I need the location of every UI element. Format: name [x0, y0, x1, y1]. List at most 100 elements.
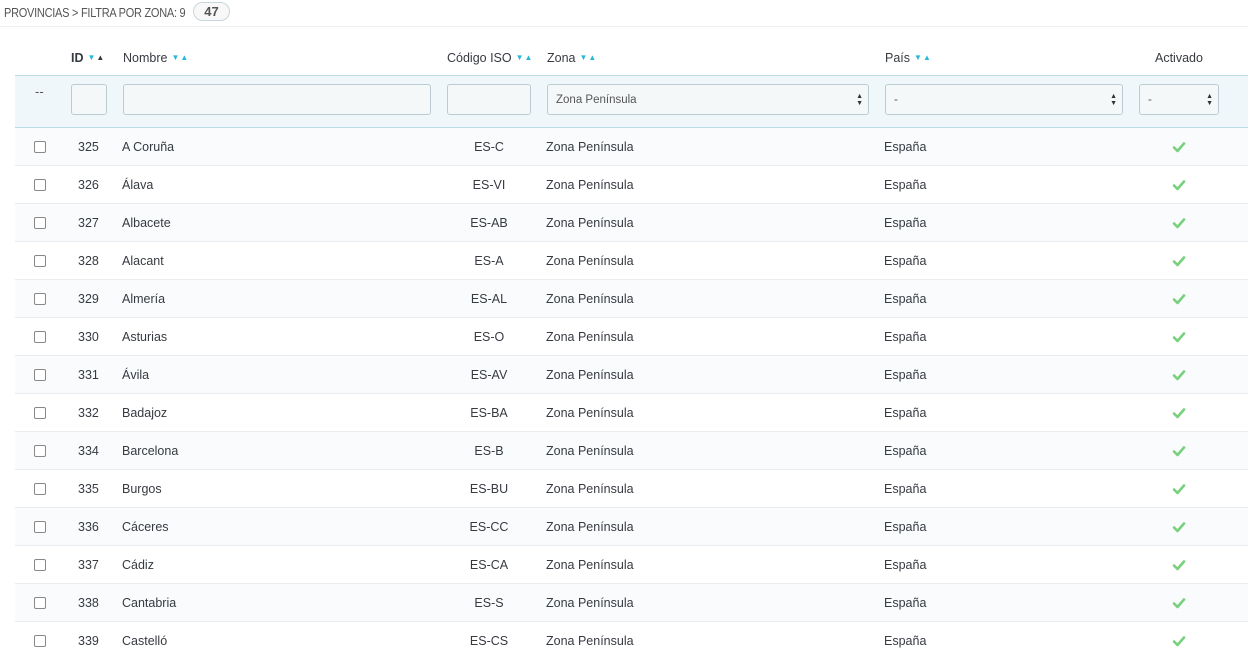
- table-row[interactable]: 336 Cáceres ES-CC Zona Península España: [15, 508, 1248, 546]
- cell-codigo: ES-B: [474, 444, 504, 458]
- check-icon[interactable]: [1172, 634, 1186, 648]
- table-row[interactable]: 331 Ávila ES-AV Zona Península España: [15, 356, 1248, 394]
- check-icon[interactable]: [1172, 482, 1186, 496]
- row-checkbox[interactable]: [34, 559, 46, 571]
- row-checkbox[interactable]: [34, 293, 46, 305]
- table-row[interactable]: 325 A Coruña ES-C Zona Península España: [15, 128, 1248, 166]
- cell-pais: España: [884, 444, 927, 458]
- cell-nombre: Álava: [122, 178, 154, 192]
- row-checkbox[interactable]: [34, 255, 46, 267]
- sort-asc-icon[interactable]: ▲: [588, 53, 596, 62]
- table-row[interactable]: 337 Cádiz ES-CA Zona Península España: [15, 546, 1248, 584]
- table-row[interactable]: 329 Almería ES-AL Zona Península España: [15, 280, 1248, 318]
- filter-nombre-input[interactable]: [123, 84, 431, 115]
- sort-controls-pais: ▼ ▲: [914, 53, 931, 62]
- sort-asc-icon[interactable]: ▲: [525, 53, 533, 62]
- cell-nombre: Albacete: [122, 216, 171, 230]
- sort-desc-icon[interactable]: ▼: [914, 53, 922, 62]
- cell-id: 335: [78, 482, 99, 496]
- cell-codigo: ES-BU: [469, 482, 509, 496]
- row-checkbox[interactable]: [34, 597, 46, 609]
- check-icon[interactable]: [1172, 444, 1186, 458]
- count-badge: 47: [193, 2, 230, 21]
- table-row[interactable]: 326 Álava ES-VI Zona Península España: [15, 166, 1248, 204]
- sort-desc-icon[interactable]: ▼: [580, 53, 588, 62]
- table-row[interactable]: 338 Cantabria ES-S Zona Península España: [15, 584, 1248, 622]
- check-icon[interactable]: [1172, 596, 1186, 610]
- sort-asc-icon[interactable]: ▲: [96, 53, 104, 62]
- sort-desc-icon[interactable]: ▼: [88, 53, 96, 62]
- cell-pais: España: [884, 482, 927, 496]
- check-icon[interactable]: [1172, 216, 1186, 230]
- column-label-codigo: Código ISO: [447, 50, 512, 65]
- check-icon[interactable]: [1172, 178, 1186, 192]
- row-checkbox[interactable]: [34, 217, 46, 229]
- cell-id: 339: [78, 634, 99, 648]
- column-label-zona: Zona: [547, 50, 576, 65]
- filter-pais-value: -: [894, 93, 898, 106]
- table-row[interactable]: 334 Barcelona ES-B Zona Península España: [15, 432, 1248, 470]
- cell-id: 332: [78, 406, 99, 420]
- table-body: 325 A Coruña ES-C Zona Península España 326 Ál…: [15, 128, 1248, 656]
- sort-asc-icon[interactable]: ▲: [180, 53, 188, 62]
- check-icon[interactable]: [1172, 330, 1186, 344]
- column-header-activado: Activado: [1155, 40, 1203, 75]
- check-icon[interactable]: [1172, 254, 1186, 268]
- filter-pais-select[interactable]: - ▲ ▼: [885, 84, 1123, 115]
- cell-pais: España: [884, 368, 927, 382]
- filter-zona-select[interactable]: Zona Península ▲ ▼: [547, 84, 869, 115]
- column-label-activado: Activado: [1155, 50, 1203, 65]
- check-icon[interactable]: [1172, 558, 1186, 572]
- cell-zona: Zona Península: [546, 634, 634, 648]
- column-header-id: ID ▼ ▲: [71, 40, 104, 75]
- row-checkbox[interactable]: [34, 445, 46, 457]
- filter-activado-select[interactable]: - ▲ ▼: [1139, 84, 1219, 115]
- cell-pais: España: [884, 406, 927, 420]
- row-checkbox[interactable]: [34, 635, 46, 647]
- column-header-pais: País ▼ ▲: [885, 40, 931, 75]
- row-checkbox[interactable]: [34, 521, 46, 533]
- cell-pais: España: [884, 596, 927, 610]
- cell-nombre: A Coruña: [122, 140, 175, 154]
- check-icon[interactable]: [1172, 406, 1186, 420]
- cell-codigo: ES-AL: [470, 292, 508, 306]
- row-checkbox[interactable]: [34, 407, 46, 419]
- sort-asc-icon[interactable]: ▲: [923, 53, 931, 62]
- check-icon[interactable]: [1172, 520, 1186, 534]
- select-caret-icon: ▲ ▼: [856, 93, 863, 107]
- cell-id: 336: [78, 520, 99, 534]
- check-icon[interactable]: [1172, 140, 1186, 154]
- row-checkbox[interactable]: [34, 369, 46, 381]
- filter-zona-value: Zona Península: [556, 93, 637, 106]
- filter-activado-value: -: [1148, 93, 1152, 106]
- table-row[interactable]: 339 Castelló ES-CS Zona Península España: [15, 622, 1248, 656]
- cell-pais: España: [884, 330, 927, 344]
- cell-zona: Zona Península: [546, 178, 634, 192]
- table-row[interactable]: 327 Albacete ES-AB Zona Península España: [15, 204, 1248, 242]
- sort-desc-icon[interactable]: ▼: [171, 53, 179, 62]
- cell-codigo: ES-CA: [469, 558, 509, 572]
- sort-desc-icon[interactable]: ▼: [516, 53, 524, 62]
- row-checkbox[interactable]: [34, 179, 46, 191]
- cell-zona: Zona Península: [546, 520, 634, 534]
- check-icon[interactable]: [1172, 292, 1186, 306]
- table-row[interactable]: 332 Badajoz ES-BA Zona Península España: [15, 394, 1248, 432]
- cell-codigo: ES-C: [474, 140, 504, 154]
- filter-row: -- Zona Península ▲ ▼ - ▲ ▼ - ▲ ▼: [15, 75, 1248, 128]
- table-row[interactable]: 330 Asturias ES-O Zona Península España: [15, 318, 1248, 356]
- cell-id: 329: [78, 292, 99, 306]
- column-label-pais: País: [885, 50, 911, 65]
- cell-codigo: ES-BA: [470, 406, 508, 420]
- cell-pais: España: [884, 634, 927, 648]
- filter-codigo-input[interactable]: [447, 84, 531, 115]
- filter-id-input[interactable]: [71, 84, 107, 115]
- cell-zona: Zona Península: [546, 216, 634, 230]
- check-icon[interactable]: [1172, 368, 1186, 382]
- bulk-select-placeholder: --: [35, 84, 44, 99]
- row-checkbox[interactable]: [34, 141, 46, 153]
- row-checkbox[interactable]: [34, 331, 46, 343]
- row-checkbox[interactable]: [34, 483, 46, 495]
- table-row[interactable]: 335 Burgos ES-BU Zona Península España: [15, 470, 1248, 508]
- cell-id: 334: [78, 444, 99, 458]
- table-row[interactable]: 328 Alacant ES-A Zona Península España: [15, 242, 1248, 280]
